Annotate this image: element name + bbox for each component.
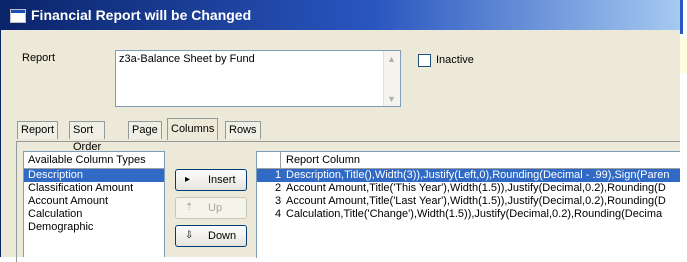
report-column-header-label: Report Column — [286, 154, 360, 166]
window-title: Financial Report will be Changed — [31, 7, 252, 23]
tab-report[interactable]: Report — [17, 121, 59, 139]
up-button[interactable]: ⇡ Up — [175, 197, 247, 219]
scroll-up-icon[interactable]: ▲ — [387, 54, 396, 64]
list-item-account-amount[interactable]: Account Amount — [24, 195, 164, 208]
tab-sort-order[interactable]: Sort Order — [69, 121, 106, 153]
report-field-scrollbar[interactable]: ▲ ▼ — [383, 51, 400, 106]
available-column-types-header: Available Column Types — [24, 152, 164, 169]
arrow-up-icon: ⇡ — [185, 202, 194, 213]
available-column-types-list[interactable]: Available Column Types Description Class… — [23, 151, 165, 257]
down-button-label: Down — [208, 230, 237, 242]
row-number: 2 — [275, 182, 282, 194]
table-row[interactable]: 1 Description,Title(),Width(3)),Justify(… — [257, 169, 687, 182]
inactive-label[interactable]: Inactive — [436, 54, 474, 66]
title-bar[interactable]: Financial Report will be Changed — [1, 0, 681, 30]
table-row[interactable]: 3 Account Amount,Title('Last Year'),Widt… — [257, 195, 687, 208]
arrow-down-icon: ⇩ — [185, 230, 194, 241]
row-definition: Calculation,Title('Change'),Width(1.5)),… — [286, 208, 663, 220]
row-definition: Description,Title(),Width(3)),Justify(Le… — [286, 169, 670, 181]
report-label: Report — [22, 52, 56, 64]
up-button-label: Up — [208, 202, 223, 214]
tab-rows[interactable]: Rows — [225, 121, 261, 139]
report-columns-list[interactable]: Report Column 1 Description,Title(),Widt… — [256, 151, 687, 258]
report-columns-header: Report Column — [257, 152, 687, 169]
report-name-field[interactable]: z3a-Balance Sheet by Fund ▲ ▼ — [115, 50, 401, 107]
tab-columns[interactable]: Columns — [167, 118, 219, 140]
window-icon — [10, 9, 26, 23]
inactive-checkbox[interactable] — [418, 54, 431, 67]
play-right-icon: ▸ — [185, 174, 191, 185]
table-row[interactable]: 4 Calculation,Title('Change'),Width(1.5)… — [257, 208, 687, 221]
row-number-header — [257, 152, 281, 168]
scroll-down-icon[interactable]: ▼ — [387, 94, 396, 104]
report-name-value: z3a-Balance Sheet by Fund — [119, 53, 255, 65]
financial-report-dialog: Financial Report will be Changed Report … — [0, 0, 687, 262]
background-window-titlebar — [680, 0, 683, 34]
background-tooltip — [680, 38, 687, 73]
background-window-edge — [680, 0, 687, 257]
row-definition: Account Amount,Title('Last Year'),Width(… — [286, 195, 666, 207]
list-item-calculation[interactable]: Calculation — [24, 208, 164, 221]
down-button[interactable]: ⇩ Down — [175, 225, 247, 247]
row-definition: Account Amount,Title('This Year'),Width(… — [286, 182, 666, 194]
row-number: 4 — [275, 208, 282, 220]
row-number: 3 — [275, 195, 282, 207]
list-item-demographic[interactable]: Demographic — [24, 221, 164, 234]
list-item-classification-amount[interactable]: Classification Amount — [24, 182, 164, 195]
table-row[interactable]: 2 Account Amount,Title('This Year'),Widt… — [257, 182, 687, 195]
tab-page[interactable]: Page — [128, 121, 162, 139]
insert-button-label: Insert — [208, 174, 236, 186]
list-item-description[interactable]: Description — [24, 169, 164, 182]
row-number: 1 — [275, 169, 282, 181]
insert-button[interactable]: ▸ Insert — [175, 169, 247, 191]
